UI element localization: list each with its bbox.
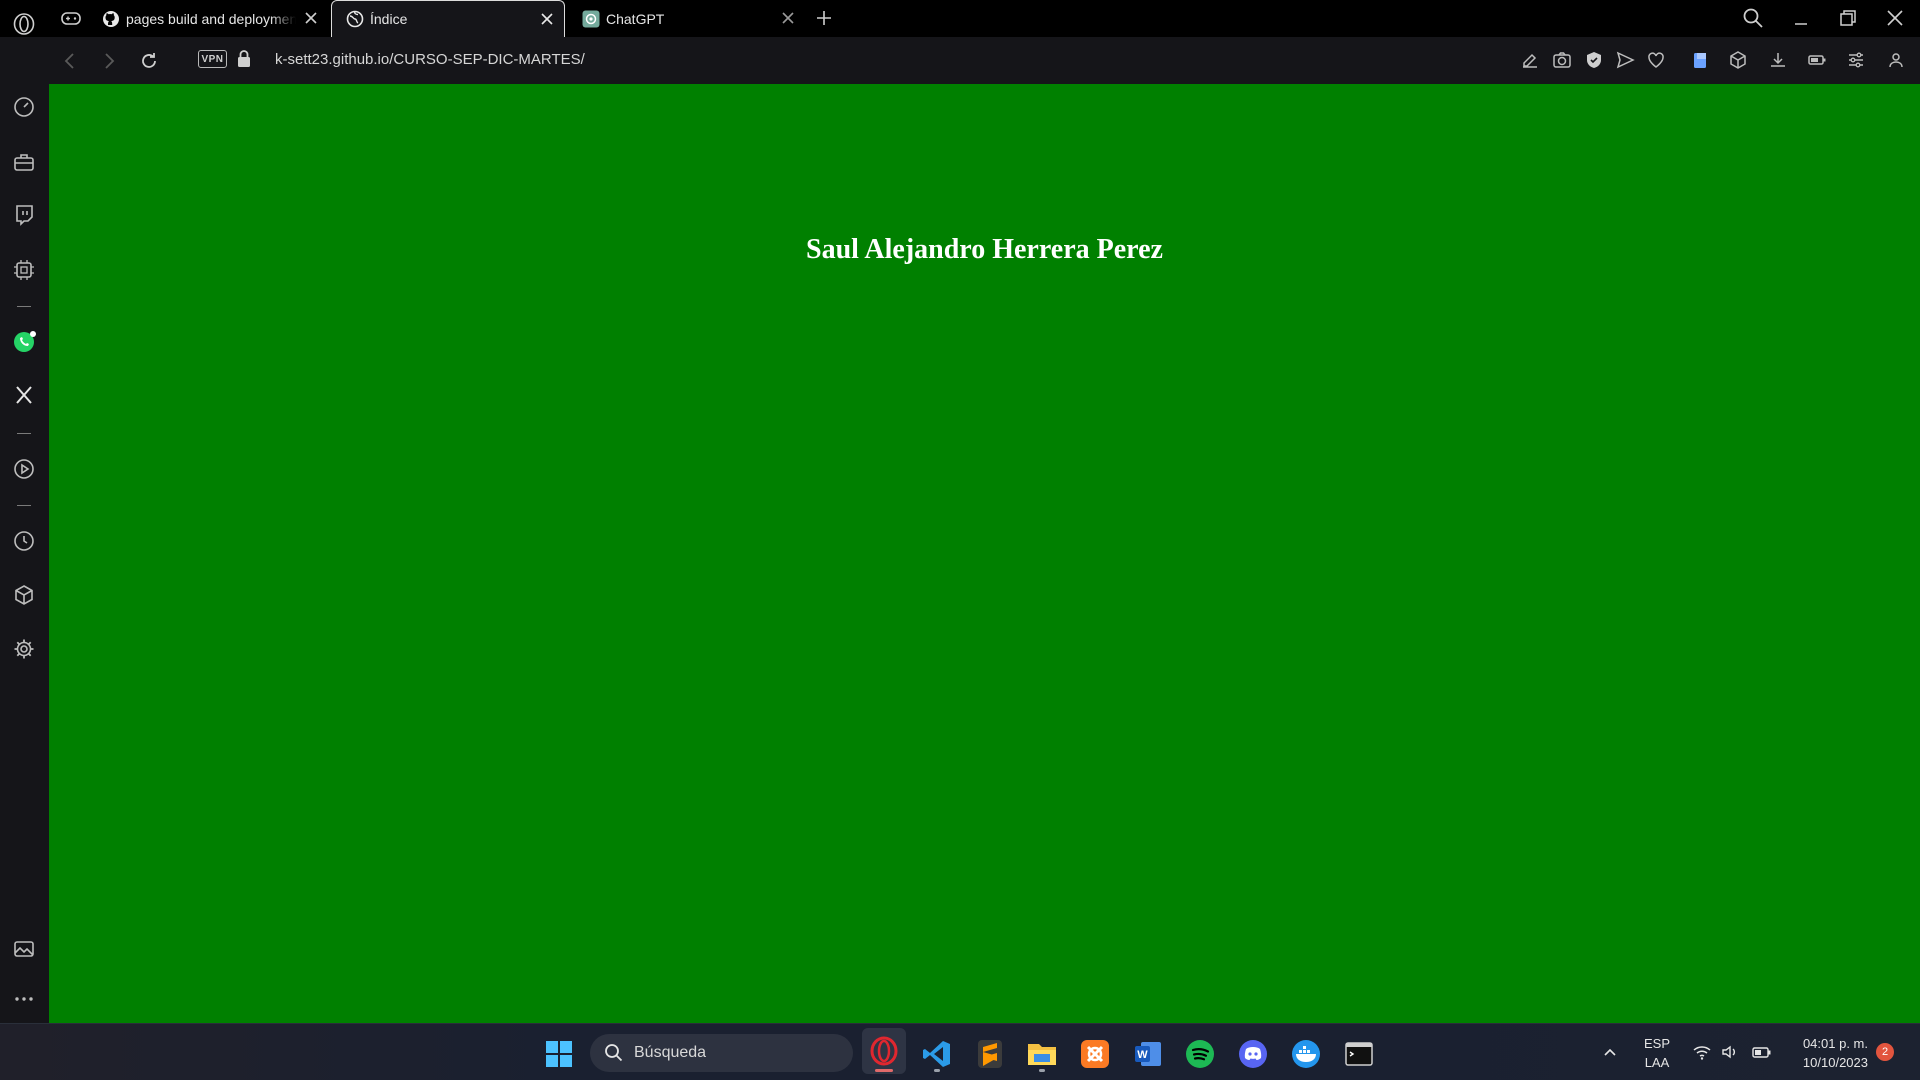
sidebar-separator [17, 433, 31, 434]
minimize-icon[interactable] [1789, 6, 1813, 30]
close-tab-icon[interactable] [302, 9, 320, 27]
clock-time: 04:01 p. m. [1802, 1036, 1868, 1051]
page-viewport: Saul Alejandro Herrera Perez [49, 84, 1920, 1023]
input-language[interactable]: ESP LAA [1640, 1034, 1674, 1072]
layout-code: LAA [1644, 1055, 1670, 1070]
vpn-badge[interactable]: VPN [198, 50, 227, 68]
camera-icon[interactable] [1552, 50, 1572, 70]
gallery-icon[interactable] [12, 937, 36, 961]
profile-icon[interactable] [1886, 50, 1906, 70]
address-bar: VPN k-sett23.github.io/CURSO-SEP-DIC-MAR… [49, 37, 1920, 84]
taskbar-app-file-explorer[interactable] [1022, 1034, 1062, 1074]
speed-dial-icon[interactable] [12, 95, 36, 119]
tab-indice[interactable]: Índice [331, 0, 565, 37]
close-tab-icon[interactable] [538, 10, 556, 28]
taskbar-app-xampp[interactable] [1075, 1034, 1115, 1074]
tab-title: pages build and deployment [126, 10, 296, 27]
language-code: ESP [1643, 1036, 1670, 1051]
lock-icon[interactable] [236, 49, 252, 69]
forward-icon[interactable] [98, 50, 120, 72]
new-tab-icon[interactable] [814, 8, 834, 28]
chatgpt-icon [582, 10, 600, 28]
search-icon [605, 1044, 623, 1062]
cube-icon[interactable] [1728, 50, 1748, 70]
more-icon[interactable] [12, 987, 36, 1011]
clock-date: 10/10/2023 [1802, 1055, 1868, 1070]
tab-pages-build[interactable]: pages build and deployment [88, 0, 328, 37]
windows-start-icon[interactable] [545, 1040, 573, 1068]
taskbar-app-discord[interactable] [1233, 1034, 1273, 1074]
edit-page-icon[interactable] [1520, 50, 1540, 70]
wifi-icon[interactable] [1692, 1042, 1712, 1062]
x-icon[interactable] [12, 383, 36, 407]
taskbar-app-opera[interactable] [862, 1028, 906, 1074]
taskbar-app-vscode[interactable] [917, 1034, 957, 1074]
url-field[interactable]: k-sett23.github.io/CURSO-SEP-DIC-MARTES/ [275, 51, 585, 68]
taskbar-app-spotify[interactable] [1180, 1034, 1220, 1074]
taskbar-app-word[interactable]: W [1128, 1034, 1168, 1074]
close-window-icon[interactable] [1883, 6, 1907, 30]
running-indicator [1039, 1069, 1045, 1072]
taskbar-app-terminal[interactable] [1339, 1034, 1379, 1074]
tab-strip: pages build and deployment Índice ChatGP… [0, 0, 1920, 37]
heart-icon[interactable] [1646, 50, 1666, 70]
reload-icon[interactable] [138, 50, 160, 72]
settings-icon[interactable] [12, 637, 36, 661]
battery-icon[interactable] [1752, 1042, 1772, 1062]
tab-title: Índice [370, 11, 408, 27]
search-placeholder: Búsqueda [634, 1044, 707, 1061]
tab-title: ChatGPT [606, 10, 665, 27]
restore-icon[interactable] [1836, 6, 1860, 30]
taskbar-app-sublime-text[interactable] [970, 1034, 1010, 1074]
taskbar-clock[interactable]: 04:01 p. m. 10/10/2023 [1784, 1034, 1868, 1072]
running-indicator [875, 1069, 893, 1072]
battery-saver-icon[interactable] [1807, 50, 1827, 70]
notification-badge[interactable]: 2 [1876, 1043, 1894, 1061]
opera-menu-icon[interactable] [10, 10, 37, 37]
page-heading: Saul Alejandro Herrera Perez [806, 234, 1163, 265]
send-icon[interactable] [1615, 50, 1635, 70]
player-icon[interactable] [12, 457, 36, 481]
wallet-icon[interactable] [1690, 50, 1710, 70]
svg-text:W: W [1137, 1049, 1148, 1061]
taskbar-app-docker[interactable] [1286, 1034, 1326, 1074]
show-hidden-icons-icon[interactable] [1600, 1042, 1620, 1062]
back-icon[interactable] [59, 50, 81, 72]
shield-icon[interactable] [1584, 50, 1604, 70]
history-icon[interactable] [12, 529, 36, 553]
whatsapp-icon[interactable] [12, 329, 36, 353]
gamepad-icon[interactable] [60, 10, 82, 28]
taskbar: Búsqueda W ESP LAA 04:01 p. m. 10/10/202… [0, 1023, 1920, 1080]
extensions-icon[interactable] [12, 583, 36, 607]
tab-chatgpt[interactable]: ChatGPT [568, 0, 805, 37]
tab-search-icon[interactable] [1741, 6, 1765, 30]
sidebar-separator [17, 505, 31, 506]
running-indicator [934, 1069, 940, 1072]
volume-icon[interactable] [1720, 1042, 1740, 1062]
globe-icon [346, 10, 364, 28]
sidebar [0, 37, 49, 1023]
easy-setup-icon[interactable] [1846, 50, 1866, 70]
close-tab-icon[interactable] [779, 9, 797, 27]
download-icon[interactable] [1768, 50, 1788, 70]
sidebar-separator [17, 306, 31, 307]
twitch-icon[interactable] [12, 203, 36, 227]
taskbar-search[interactable]: Búsqueda [590, 1034, 853, 1072]
briefcase-icon[interactable] [12, 150, 36, 174]
ai-chip-icon[interactable] [12, 258, 36, 282]
github-icon [102, 10, 120, 28]
